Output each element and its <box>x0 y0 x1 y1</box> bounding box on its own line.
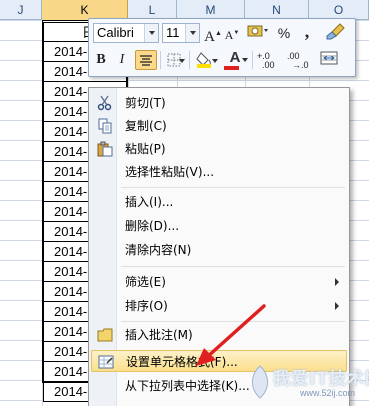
column-header-bar: J K L M N O <box>0 0 369 20</box>
font-color-label: A <box>229 49 241 66</box>
toolbar-separator <box>160 51 161 69</box>
percent-style-button[interactable]: % <box>275 23 293 43</box>
menu-item-label: 从下拉列表中选择(K)... <box>125 379 250 393</box>
copy-icon <box>98 118 112 134</box>
menu-item-label: 删除(D)... <box>125 219 180 233</box>
menu-item-partial[interactable] <box>91 398 347 406</box>
menu-item-label: 剪切(T) <box>125 96 166 110</box>
column-header-o[interactable]: O <box>309 0 369 20</box>
merge-cells-icon <box>320 51 338 65</box>
chevron-down-icon[interactable] <box>185 24 199 42</box>
merge-center-button[interactable] <box>317 50 341 70</box>
comma-style-button[interactable]: , <box>301 21 313 41</box>
menu-item-label: 选择性粘贴(V)... <box>125 165 215 179</box>
chevron-down-icon[interactable] <box>212 59 218 63</box>
decrease-decimal-button[interactable]: .00 →.0 <box>286 50 312 70</box>
menu-item-clear-contents[interactable]: 清除内容(N) <box>91 239 347 261</box>
menu-item-cut[interactable]: 剪切(T) <box>91 92 347 114</box>
caret-down-icon: ▼ <box>233 30 240 36</box>
decimal-preview: →.0 <box>292 60 309 70</box>
column-header-j[interactable]: J <box>0 0 42 20</box>
menu-item-filter[interactable]: 筛选(E) <box>91 271 347 293</box>
menu-item-copy[interactable]: 复制(C) <box>91 115 347 137</box>
increase-decimal-button[interactable]: +.0 .00 <box>256 50 282 70</box>
font-size-select[interactable]: 11 <box>162 23 200 43</box>
fill-color-button[interactable] <box>193 50 218 70</box>
align-center-button[interactable] <box>135 50 157 70</box>
menu-separator <box>121 187 345 188</box>
menu-item-delete[interactable]: 删除(D)... <box>91 215 347 237</box>
menu-item-paste[interactable]: 粘贴(P) <box>91 138 347 160</box>
font-size-value: 11 <box>166 25 180 40</box>
menu-item-label: 排序(O) <box>125 299 168 313</box>
menu-item-pick-from-list[interactable]: 从下拉列表中选择(K)... <box>91 375 347 397</box>
menu-item-label: 插入(I)... <box>125 195 174 209</box>
menu-item-paste-special[interactable]: 选择性粘贴(V)... <box>91 161 347 183</box>
font-color-button[interactable]: A <box>222 48 248 70</box>
comment-icon <box>97 328 113 342</box>
menu-item-label: 设置单元格格式(F)... <box>126 355 238 369</box>
font-name-value: Calibri <box>97 25 134 40</box>
paintbrush-icon <box>326 23 345 40</box>
chevron-down-icon[interactable] <box>242 58 248 62</box>
caret-up-icon: ▲ <box>214 29 222 37</box>
menu-separator <box>121 266 345 267</box>
paste-icon <box>97 141 113 157</box>
menu-separator <box>121 321 345 322</box>
font-color-swatch <box>224 66 239 70</box>
italic-button[interactable]: I <box>115 50 129 70</box>
menu-item-label: 复制(C) <box>125 119 167 133</box>
menu-item-label: 清除内容(N) <box>125 243 192 257</box>
menu-item-label: 插入批注(M) <box>125 328 193 342</box>
decimal-preview: .00 <box>262 60 275 70</box>
borders-button[interactable] <box>163 50 185 70</box>
column-header-k[interactable]: K <box>42 0 128 20</box>
chevron-down-icon[interactable] <box>179 59 185 63</box>
mini-toolbar: Calibri 11 A▲ A▼ % , B I A +.0 .00 .00 →… <box>88 18 356 77</box>
menu-item-sort[interactable]: 排序(O) <box>91 295 347 317</box>
grow-font-button[interactable]: A▲ <box>204 23 222 45</box>
column-header-n[interactable]: N <box>245 0 309 20</box>
column-header-l[interactable]: L <box>128 0 177 20</box>
menu-item-label: 筛选(E) <box>125 275 166 289</box>
chevron-down-icon[interactable] <box>144 24 158 42</box>
toolbar-separator <box>189 51 190 69</box>
shrink-font-button[interactable]: A▼ <box>224 23 240 43</box>
chevron-right-icon <box>335 302 339 310</box>
menu-item-insert-comment[interactable]: 插入批注(M) <box>91 324 347 346</box>
accounting-format-button[interactable] <box>245 23 271 43</box>
align-center-icon <box>140 55 152 66</box>
currency-icon <box>247 25 268 37</box>
format-cells-icon <box>98 355 114 369</box>
toolbar-separator <box>252 51 253 69</box>
column-header-m[interactable]: M <box>177 0 245 20</box>
font-name-select[interactable]: Calibri <box>93 23 159 43</box>
scissors-icon <box>97 95 112 111</box>
menu-item-insert[interactable]: 插入(I)... <box>91 191 347 213</box>
menu-item-label: 粘贴(P) <box>125 142 166 156</box>
context-menu: 剪切(T) 复制(C) 粘贴(P) 选择性粘贴(V)... 插入(I)... 删… <box>88 87 350 406</box>
chevron-right-icon <box>335 278 339 286</box>
grow-font-label: A <box>204 29 215 45</box>
menu-item-format-cells[interactable]: 设置单元格格式(F)... <box>91 350 347 372</box>
format-painter-button[interactable] <box>325 22 347 42</box>
bold-button[interactable]: B <box>94 50 108 70</box>
